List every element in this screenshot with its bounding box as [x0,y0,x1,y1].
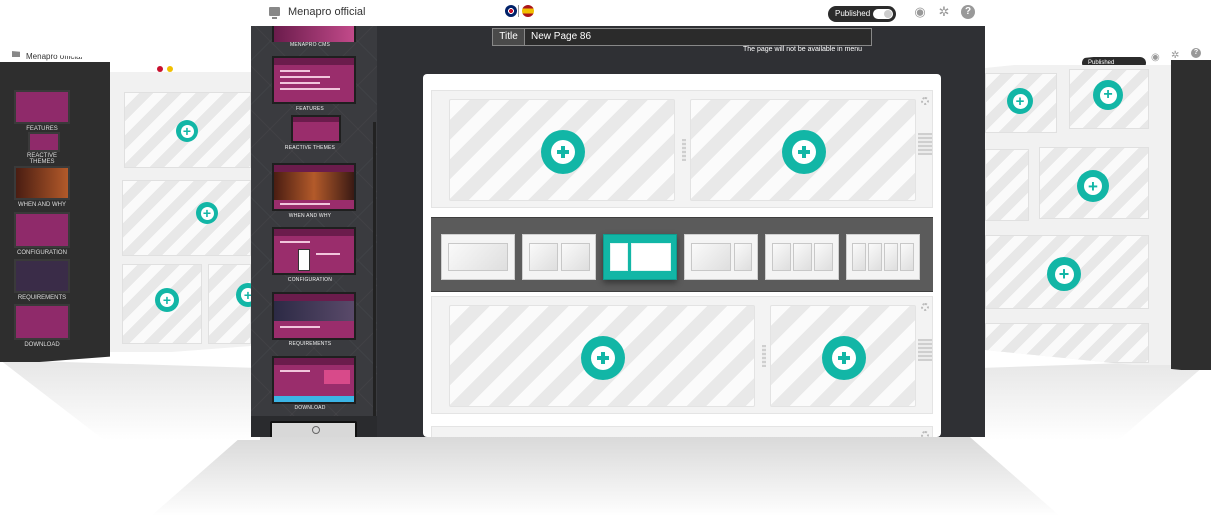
product-showcase: Menapro official FEATURES REACTIVE THEME… [0,0,1211,515]
thumb-label: DOWNLOAD [294,405,326,411]
eye-icon [312,426,320,434]
content-slot[interactable] [122,180,251,256]
eye-icon[interactable]: ◉ [1151,52,1160,63]
help-icon[interactable]: ? [1191,48,1201,58]
thumb-label: REQUIREMENTS [288,341,332,347]
content-slot[interactable] [985,149,1029,221]
page-thumb-download[interactable] [272,356,356,404]
content-slot[interactable] [985,323,1149,363]
published-label: Published [835,9,871,18]
row-drag-handle[interactable] [918,133,932,155]
layout-two-columns-equal[interactable] [522,234,596,280]
title-label: Title [493,29,525,45]
layout-one-third-two-thirds[interactable] [603,234,677,280]
layout-four-columns[interactable] [846,234,920,280]
left-thumb-label: REQUIREMENTS [17,295,67,301]
language-divider [518,5,519,17]
left-thumb-1[interactable] [14,90,70,124]
add-content-icon[interactable]: + [155,288,179,312]
layout-picker [431,217,933,292]
page-title-field: Title New Page 86 [492,28,872,46]
floor-reflection [150,437,1061,515]
published-toggle[interactable]: Published [828,6,896,22]
left-screen-title: Menapro official [26,52,83,61]
left-thumb-label: REACTIVE THEMES [26,153,57,165]
column-resize-handle[interactable] [682,139,686,161]
content-slot[interactable] [690,99,916,201]
menu-visibility-note: The page will not be available in menu [743,46,863,53]
page-thumb-reactive-themes[interactable] [291,115,341,143]
app-title: Menapro official [288,6,366,18]
add-content-icon[interactable]: + [1047,257,1081,291]
add-content-icon[interactable]: + [1077,170,1109,202]
add-content-icon[interactable] [822,336,866,380]
thumb-label: REACTIVE THEMES [284,145,336,151]
eye-icon[interactable]: ◉ [913,5,927,19]
row-settings-icon[interactable] [921,303,929,311]
page-thumb-configuration[interactable] [272,227,356,275]
left-thumb-label: CONFIGURATION [17,250,67,256]
left-thumb-4[interactable] [14,212,70,248]
thumb-label: FEATURES [296,106,324,112]
row-drag-handle[interactable] [918,339,932,361]
help-icon[interactable]: ? [961,5,975,19]
thumb-label: WHEN AND WHY [288,213,332,219]
left-thumb-5[interactable] [14,259,70,293]
add-content-icon[interactable]: + [1007,88,1033,114]
row-settings-icon[interactable] [921,97,929,105]
content-slot[interactable] [449,99,675,201]
left-thumb-label: WHEN AND WHY [18,202,66,208]
content-slot[interactable] [449,305,755,407]
left-thumb-6[interactable] [14,304,70,340]
floor-reflection-right [980,360,1211,440]
sidebar-scrollbar[interactable] [373,122,376,416]
device-preview-button[interactable] [270,421,357,437]
layout-three-columns[interactable] [765,234,839,280]
monitor-icon [269,7,280,19]
top-bar: Menapro official Published ◉ ✲ ? [251,0,985,26]
main-editor-window: Menapro official Published ◉ ✲ ? MENAPRO… [251,0,985,437]
left-thumb-2[interactable] [28,132,60,152]
thumb-label: CONFIGURATION [287,277,333,283]
toggle-switch[interactable] [873,9,893,19]
page-thumb-features[interactable] [272,56,356,104]
add-content-icon[interactable] [541,130,585,174]
left-thumb-label: DOWNLOAD [24,342,60,348]
add-content-icon[interactable] [782,130,826,174]
page-thumb-menapro-cms[interactable] [272,26,356,42]
content-row [431,90,933,208]
layout-one-column[interactable] [441,234,515,280]
content-slot[interactable] [770,305,916,407]
page-thumb-when-and-why[interactable] [272,163,356,211]
content-row [431,426,933,437]
page-thumb-requirements[interactable] [272,292,356,340]
left-screen-canvas [110,72,251,352]
es-flag-icon[interactable] [522,5,534,17]
uk-flag-icon[interactable] [505,5,517,17]
floor-reflection-left [0,360,260,440]
thumb-label: MENAPRO CMS [290,42,330,48]
title-input[interactable]: New Page 86 [531,29,861,45]
add-content-icon[interactable]: + [1093,80,1123,110]
monitor-icon [12,51,20,57]
layout-two-thirds-one-third[interactable] [684,234,758,280]
content-row [431,296,933,414]
add-content-icon[interactable]: + [196,202,218,224]
add-content-icon[interactable] [581,336,625,380]
add-content-icon[interactable]: + [176,120,198,142]
left-thumb-3[interactable] [14,166,70,200]
row-settings-icon[interactable] [921,431,929,437]
column-resize-handle[interactable] [762,345,766,367]
page-sidebar: MENAPRO CMS FEATURES REACTIVE THEMES WHE… [251,26,377,416]
right-screen-edge [1171,60,1211,370]
gear-icon[interactable]: ✲ [937,5,951,19]
